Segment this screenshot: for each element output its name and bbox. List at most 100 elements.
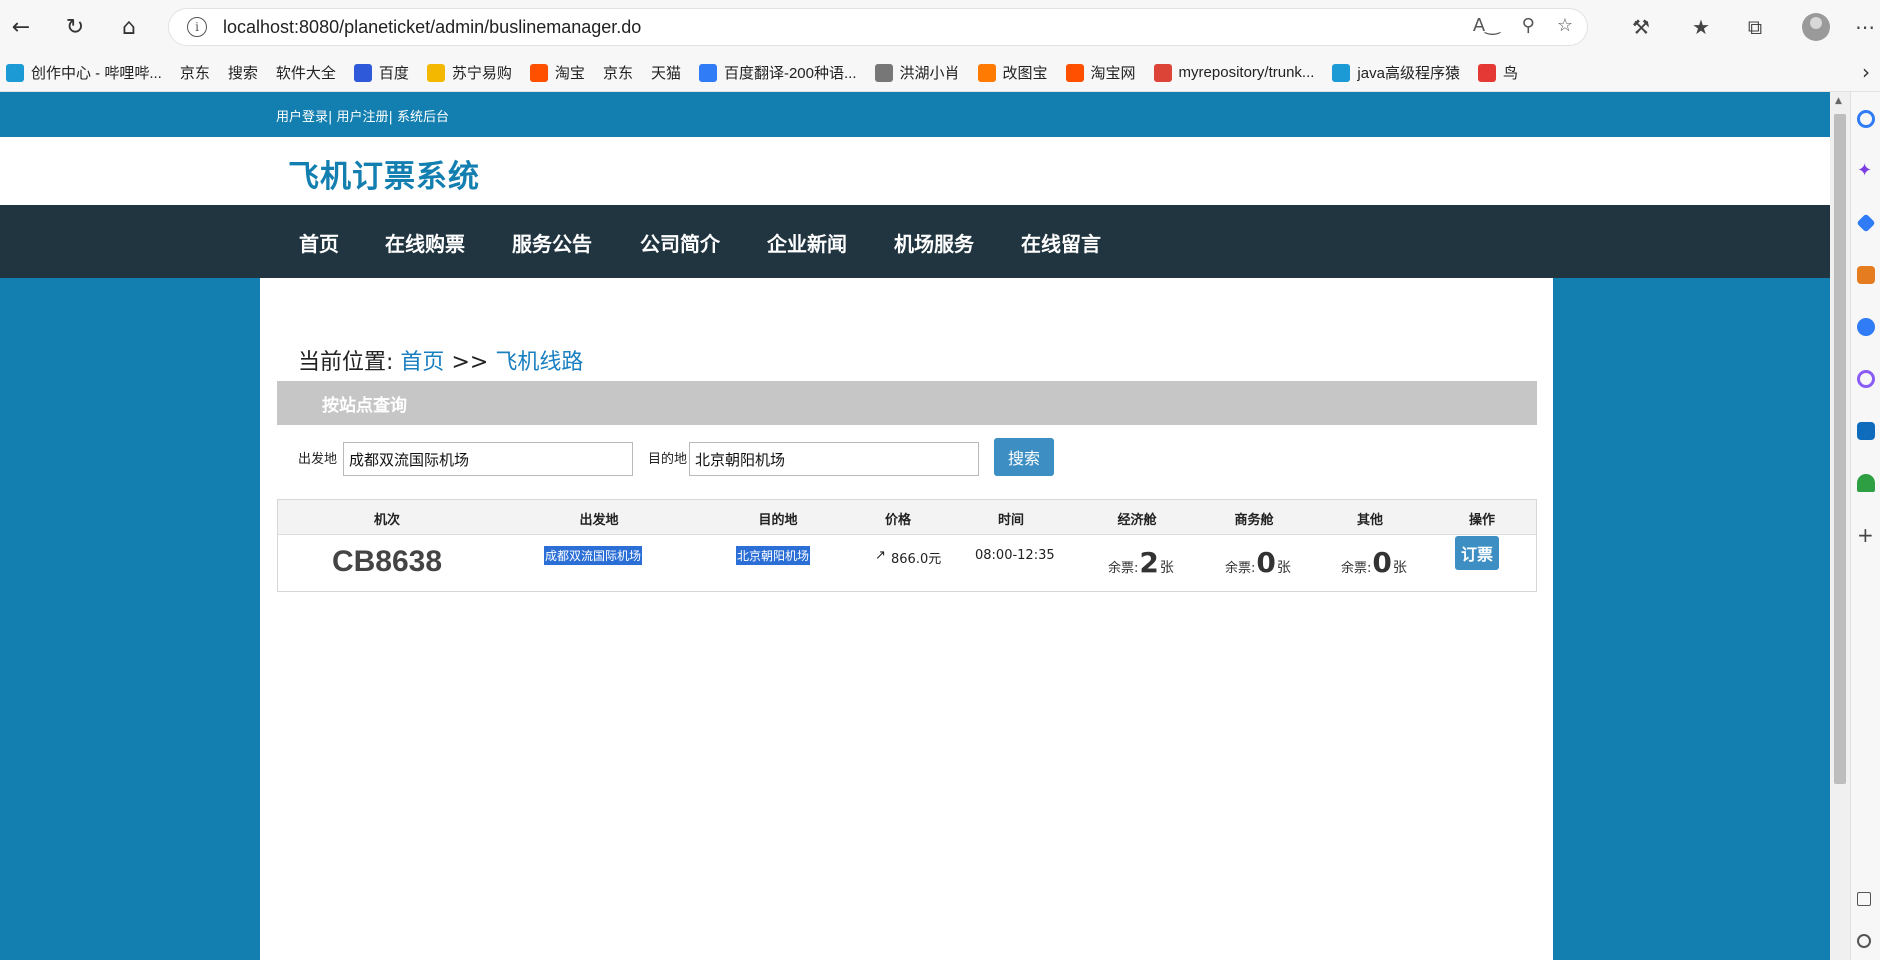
bookmark-item[interactable]: 软件大全 — [0, 62, 336, 164]
bookmarks-bar: 创作中心 - 哔哩哔... 京东 搜索 软件大全 百度 苏宁易购 淘宝 京东 天猫 百度翻译-20… — [0, 54, 1880, 164]
search-button[interactable]: 搜索 — [994, 438, 1054, 476]
col-business: 商务舱 — [1234, 513, 1274, 528]
bookmark-item[interactable]: 百度 — [353, 62, 409, 83]
bookmark-label: 淘宝 — [554, 65, 585, 82]
back-icon[interactable]: ← — [6, 12, 36, 42]
col-from: 出发地 — [579, 513, 619, 528]
main-nav: 首页 在线购票 服务公告 公司简介 企业新闻 机场服务 在线留言 — [0, 205, 1830, 278]
taobao-icon — [529, 63, 548, 82]
shopping-icon[interactable] — [1856, 213, 1876, 233]
bookmark-item[interactable]: java高级程序猿 — [1332, 62, 1460, 83]
bookmark-label: java高级程序猿 — [1357, 65, 1460, 82]
sparkle-icon[interactable]: ✦ — [1857, 162, 1875, 180]
office-icon[interactable] — [1857, 370, 1875, 388]
site-title: 飞机订票系统 — [288, 159, 480, 195]
page-scrollbar[interactable]: ▲ — [1830, 92, 1850, 960]
from-label: 出发地 — [298, 452, 338, 467]
bookmark-label: 苏宁易购 — [451, 65, 512, 82]
nav-airport-service[interactable]: 机场服务 — [894, 228, 974, 257]
to-label: 目的地 — [648, 452, 688, 467]
breadcrumb-home[interactable]: 首页 — [400, 350, 444, 375]
header: 飞机订票系统 — [0, 137, 1830, 205]
profile-avatar[interactable] — [1802, 13, 1830, 41]
site-info-icon[interactable]: i — [187, 17, 207, 37]
add-favorite-icon[interactable]: ☆ — [1557, 15, 1573, 36]
scroll-thumb[interactable] — [1834, 114, 1846, 784]
other-remaining: 余票: 0 张 — [1341, 546, 1407, 579]
nav-messages[interactable]: 在线留言 — [1021, 228, 1101, 257]
bookmark-label: 百度翻译-200种语... — [723, 65, 857, 82]
bookmark-item[interactable]: 改图宝 — [977, 62, 1048, 83]
bookmark-label: 软件大全 — [275, 65, 336, 82]
nav-announcements[interactable]: 服务公告 — [512, 228, 592, 257]
bookmark-label: 天猫 — [650, 65, 681, 82]
nav-home[interactable]: 首页 — [299, 228, 339, 257]
search-icon[interactable] — [1857, 110, 1875, 128]
remain-suffix: 张 — [1392, 560, 1407, 576]
add-icon[interactable]: + — [1857, 525, 1875, 545]
from-input[interactable]: 成都双流国际机场 — [343, 442, 633, 476]
row-time: 08:00-12:35 — [975, 548, 1055, 563]
bookmark-item[interactable]: 搜索 — [0, 62, 258, 164]
bookmark-item[interactable]: 创作中心 - 哔哩哔... — [6, 62, 162, 83]
baidu-icon — [353, 63, 372, 82]
suning-icon — [426, 63, 445, 82]
col-action: 操作 — [1468, 513, 1496, 528]
top-strip: 用户登录| 用户注册| 系统后台 — [0, 92, 1830, 137]
zoom-icon[interactable]: ⚲ — [1522, 15, 1535, 36]
bookmark-item[interactable]: 淘宝 — [529, 62, 585, 83]
exit-icon[interactable] — [1857, 892, 1871, 906]
settings-icon[interactable] — [1857, 934, 1871, 948]
breadcrumb-current[interactable]: 飞机线路 — [495, 350, 583, 375]
bookmark-item[interactable]: 百度翻译-200种语... — [698, 62, 857, 83]
bilibili-icon — [1332, 63, 1351, 82]
favorites-icon[interactable]: ★ — [1686, 12, 1716, 42]
home-icon[interactable]: ⌂ — [114, 12, 144, 42]
bookmark-item[interactable]: 淘宝网 — [1065, 62, 1136, 83]
read-aloud-icon[interactable]: A‿ — [1473, 15, 1500, 36]
bookmark-label: 创作中心 - 哔哩哔... — [31, 65, 162, 82]
col-to: 目的地 — [758, 513, 798, 528]
remain-prefix: 余票: — [1225, 561, 1256, 576]
bookmark-item[interactable]: 天猫 — [0, 62, 681, 164]
bilibili-icon — [6, 63, 24, 82]
flight-number: CB8638 — [331, 545, 443, 578]
bookmark-label: 百度 — [378, 65, 409, 82]
more-menu-icon[interactable]: ⋯ — [1850, 12, 1880, 42]
address-bar[interactable]: i localhost:8080/planeticket/admin/busli… — [168, 8, 1588, 46]
scroll-up-icon[interactable]: ▲ — [1835, 96, 1842, 106]
chrome-icon — [1153, 63, 1172, 82]
people-icon[interactable] — [1857, 318, 1875, 336]
bookmark-item[interactable]: myrepository/trunk... — [1153, 63, 1314, 82]
tools-icon[interactable] — [1857, 266, 1875, 284]
bookmark-label: 洪湖小肖 — [899, 65, 960, 82]
bookmark-item[interactable]: 京东 — [0, 62, 210, 164]
bookmark-label: 搜索 — [227, 65, 258, 82]
book-ticket-button[interactable]: 订票 — [1455, 536, 1499, 570]
outlook-icon[interactable] — [1857, 422, 1875, 440]
bookmark-item[interactable]: 鸟 — [1477, 62, 1518, 83]
nav-about[interactable]: 公司简介 — [640, 228, 720, 257]
translate-icon — [698, 63, 717, 82]
chevron-right-icon[interactable]: › — [1862, 60, 1870, 84]
collections-icon[interactable]: ⧉ — [1740, 12, 1770, 42]
section-header: 按站点查询 — [277, 381, 1537, 425]
remain-suffix: 张 — [1276, 560, 1291, 576]
breadcrumb-prefix: 当前位置: — [298, 350, 394, 375]
bookmark-item[interactable]: 京东 — [0, 62, 633, 164]
bookmark-item[interactable]: 苏宁易购 — [426, 62, 512, 83]
section-title: 按站点查询 — [322, 396, 407, 416]
top-links[interactable]: 用户登录| 用户注册| 系统后台 — [276, 106, 449, 125]
mouse-cursor-icon: ↗ — [875, 548, 886, 563]
url-text[interactable]: localhost:8080/planeticket/admin/busline… — [223, 17, 641, 38]
to-input[interactable]: 北京朝阳机场 — [689, 442, 979, 476]
breadcrumb: 当前位置: 首页 >> 飞机线路 — [298, 344, 583, 376]
refresh-icon[interactable]: ↻ — [60, 12, 90, 42]
nav-buy-ticket[interactable]: 在线购票 — [385, 228, 465, 257]
browser-toolbar: ← ↻ ⌂ i localhost:8080/planeticket/admin… — [0, 0, 1880, 54]
extensions-icon[interactable]: ⚒ — [1626, 12, 1656, 42]
economy-count: 2 — [1139, 546, 1159, 579]
tree-icon[interactable] — [1857, 474, 1875, 492]
bookmark-item[interactable]: 洪湖小肖 — [874, 62, 960, 83]
nav-news[interactable]: 企业新闻 — [767, 228, 847, 257]
